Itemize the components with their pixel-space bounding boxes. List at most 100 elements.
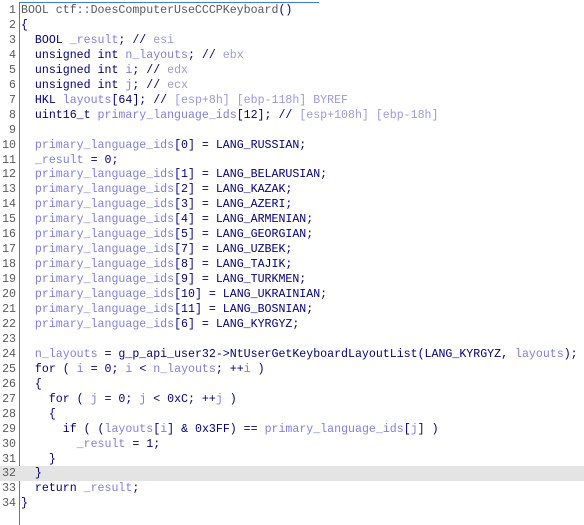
code-text[interactable]: primary_language_ids[2] = LANG_KAZAK; bbox=[21, 182, 292, 197]
variable-token[interactable]: i bbox=[244, 363, 251, 376]
code-line[interactable]: 31 } bbox=[0, 452, 584, 467]
variable-token[interactable]: primary_language_ids bbox=[35, 198, 174, 211]
code-text[interactable]: primary_language_ids[5] = LANG_GEORGIAN; bbox=[21, 227, 313, 242]
code-line[interactable]: 22 primary_language_ids[6] = LANG_KYRGYZ… bbox=[0, 317, 584, 332]
variable-token[interactable]: _result bbox=[70, 34, 119, 47]
variable-token[interactable]: primary_language_ids bbox=[35, 228, 174, 241]
code-text[interactable]: } bbox=[21, 452, 56, 467]
code-text[interactable]: uint16_t primary_language_ids[12]; // [e… bbox=[21, 108, 439, 123]
code-text[interactable]: primary_language_ids[10] = LANG_UKRAINIA… bbox=[21, 287, 327, 302]
code-text[interactable]: } bbox=[21, 466, 42, 481]
code-text[interactable]: primary_language_ids[4] = LANG_ARMENIAN; bbox=[21, 212, 313, 227]
code-text[interactable]: primary_language_ids[8] = LANG_TAJIK; bbox=[21, 257, 292, 272]
pseudocode-editor[interactable]: 1 BOOL ctf::DoesComputerUseCCCPKeyboard()… bbox=[0, 0, 584, 525]
code-text[interactable]: return _result; bbox=[21, 481, 139, 496]
line-number: 33 bbox=[2, 482, 16, 496]
code-line[interactable]: 8 uint16_t primary_language_ids[12]; // … bbox=[0, 108, 584, 123]
code-line[interactable]: 24 n_layouts = g_p_api_user32->NtUserGet… bbox=[0, 347, 584, 362]
code-text[interactable]: primary_language_ids[1] = LANG_BELARUSIA… bbox=[21, 167, 327, 182]
variable-token[interactable]: _result bbox=[77, 438, 126, 451]
code-text[interactable]: HKL layouts[64]; // [esp+8h] [ebp-118h] … bbox=[21, 93, 348, 108]
code-line[interactable]: 2{ bbox=[0, 18, 584, 33]
code-text[interactable]: _result = 0; bbox=[21, 153, 119, 168]
variable-token[interactable]: primary_language_ids bbox=[35, 243, 174, 256]
code-line[interactable]: 13 primary_language_ids[2] = LANG_KAZAK; bbox=[0, 182, 584, 197]
code-text[interactable]: for ( i = 0; i < n_layouts; ++i ) bbox=[21, 362, 265, 377]
code-text[interactable]: BOOL _result; // esi bbox=[21, 33, 174, 48]
variable-token[interactable]: primary_language_ids bbox=[98, 109, 237, 122]
code-token: ) bbox=[250, 362, 265, 376]
variable-token[interactable]: primary_language_ids bbox=[35, 213, 174, 226]
code-text[interactable]: BOOL ctf::DoesComputerUseCCCPKeyboard() bbox=[21, 3, 292, 18]
code-line[interactable]: 17 primary_language_ids[7] = LANG_UZBEK; bbox=[0, 242, 584, 257]
variable-token[interactable]: primary_language_ids bbox=[35, 288, 174, 301]
variable-token[interactable]: j bbox=[411, 423, 418, 436]
code-line[interactable]: 27 for ( j = 0; j < 0xC; ++j ) bbox=[0, 392, 584, 407]
code-token: { bbox=[21, 377, 42, 391]
code-text[interactable]: _result = 1; bbox=[21, 437, 161, 452]
code-line[interactable]: 32 } bbox=[0, 466, 584, 482]
code-line[interactable]: 25 for ( i = 0; i < n_layouts; ++i ) bbox=[0, 362, 584, 377]
code-line[interactable]: 9 bbox=[0, 123, 584, 138]
code-line[interactable]: 19 primary_language_ids[9] = LANG_TURKME… bbox=[0, 272, 584, 287]
variable-token[interactable]: primary_language_ids bbox=[35, 183, 174, 196]
code-text[interactable]: unsigned int n_layouts; // ebx bbox=[21, 48, 244, 63]
code-line[interactable]: 7 HKL layouts[64]; // [esp+8h] [ebp-118h… bbox=[0, 93, 584, 108]
variable-token[interactable]: layouts bbox=[105, 423, 154, 436]
code-text[interactable]: unsigned int i; // edx bbox=[21, 63, 188, 78]
variable-token[interactable]: primary_language_ids bbox=[35, 139, 174, 152]
code-line[interactable]: 15 primary_language_ids[4] = LANG_ARMENI… bbox=[0, 212, 584, 227]
code-text[interactable]: { bbox=[21, 407, 56, 422]
variable-token[interactable]: _result bbox=[84, 482, 133, 495]
code-line[interactable]: 16 primary_language_ids[5] = LANG_GEORGI… bbox=[0, 227, 584, 242]
variable-token[interactable]: primary_language_ids bbox=[35, 168, 174, 181]
code-line[interactable]: 12 primary_language_ids[1] = LANG_BELARU… bbox=[0, 167, 584, 182]
code-text[interactable]: n_layouts = g_p_api_user32->NtUserGetKey… bbox=[21, 347, 578, 362]
variable-token[interactable]: n_layouts bbox=[35, 348, 98, 361]
variable-token[interactable]: primary_language_ids bbox=[35, 258, 174, 271]
code-line[interactable]: 34} bbox=[0, 496, 584, 511]
code-text[interactable]: if ( (layouts[i] & 0x3FF) == primary_lan… bbox=[21, 422, 439, 437]
variable-token[interactable]: primary_language_ids bbox=[265, 423, 404, 436]
code-line[interactable]: 21 primary_language_ids[11] = LANG_BOSNI… bbox=[0, 302, 584, 317]
code-line[interactable]: 28 { bbox=[0, 407, 584, 422]
code-text[interactable]: primary_language_ids[7] = LANG_UZBEK; bbox=[21, 242, 292, 257]
code-text[interactable]: primary_language_ids[11] = LANG_BOSNIAN; bbox=[21, 302, 313, 317]
code-line[interactable]: 1 BOOL ctf::DoesComputerUseCCCPKeyboard() bbox=[0, 3, 584, 18]
code-line[interactable]: 4 unsigned int n_layouts; // ebx bbox=[0, 48, 584, 63]
variable-token[interactable]: n_layouts bbox=[125, 49, 188, 62]
variable-token[interactable]: layouts bbox=[515, 348, 564, 361]
code-text[interactable]: primary_language_ids[9] = LANG_TURKMEN; bbox=[21, 272, 306, 287]
code-text[interactable]: { bbox=[21, 18, 28, 33]
variable-token[interactable]: layouts bbox=[63, 94, 112, 107]
variable-token[interactable]: _result bbox=[35, 154, 84, 167]
code-text[interactable]: primary_language_ids[0] = LANG_RUSSIAN; bbox=[21, 138, 306, 153]
variable-token[interactable]: primary_language_ids bbox=[35, 273, 174, 286]
code-text[interactable]: primary_language_ids[3] = LANG_AZERI; bbox=[21, 197, 292, 212]
code-text[interactable]: primary_language_ids[6] = LANG_KYRGYZ; bbox=[21, 317, 299, 332]
code-text[interactable]: } bbox=[21, 496, 28, 511]
code-line[interactable]: 6 unsigned int j; // ecx bbox=[0, 78, 584, 93]
code-line[interactable]: 5 unsigned int i; // edx bbox=[0, 63, 584, 78]
code-line[interactable]: 23 bbox=[0, 332, 584, 347]
code-line[interactable]: 14 primary_language_ids[3] = LANG_AZERI; bbox=[0, 197, 584, 212]
code-line[interactable]: 10 primary_language_ids[0] = LANG_RUSSIA… bbox=[0, 138, 584, 153]
variable-token[interactable]: i bbox=[77, 363, 84, 376]
code-line[interactable]: 33 return _result; bbox=[0, 481, 584, 496]
code-line[interactable]: 11 _result = 0; bbox=[0, 153, 584, 168]
code-text[interactable]: for ( j = 0; j < 0xC; ++j ) bbox=[21, 392, 237, 407]
code-line[interactable]: 3 BOOL _result; // esi bbox=[0, 33, 584, 48]
code-text[interactable]: { bbox=[21, 377, 42, 392]
variable-token[interactable]: j bbox=[216, 393, 223, 406]
code-line[interactable]: 29 if ( (layouts[i] & 0x3FF) == primary_… bbox=[0, 422, 584, 437]
code-line[interactable]: 20 primary_language_ids[10] = LANG_UKRAI… bbox=[0, 287, 584, 302]
code-line[interactable]: 26 { bbox=[0, 377, 584, 392]
code-line[interactable]: 30 _result = 1; bbox=[0, 437, 584, 452]
variable-token[interactable]: primary_language_ids bbox=[35, 318, 174, 331]
code-token: [64]; bbox=[111, 93, 154, 107]
code-line[interactable]: 18 primary_language_ids[8] = LANG_TAJIK; bbox=[0, 257, 584, 272]
variable-token[interactable]: j bbox=[91, 393, 98, 406]
code-text[interactable]: unsigned int j; // ecx bbox=[21, 78, 188, 93]
variable-token[interactable]: n_layouts bbox=[153, 363, 216, 376]
variable-token[interactable]: primary_language_ids bbox=[35, 303, 174, 316]
